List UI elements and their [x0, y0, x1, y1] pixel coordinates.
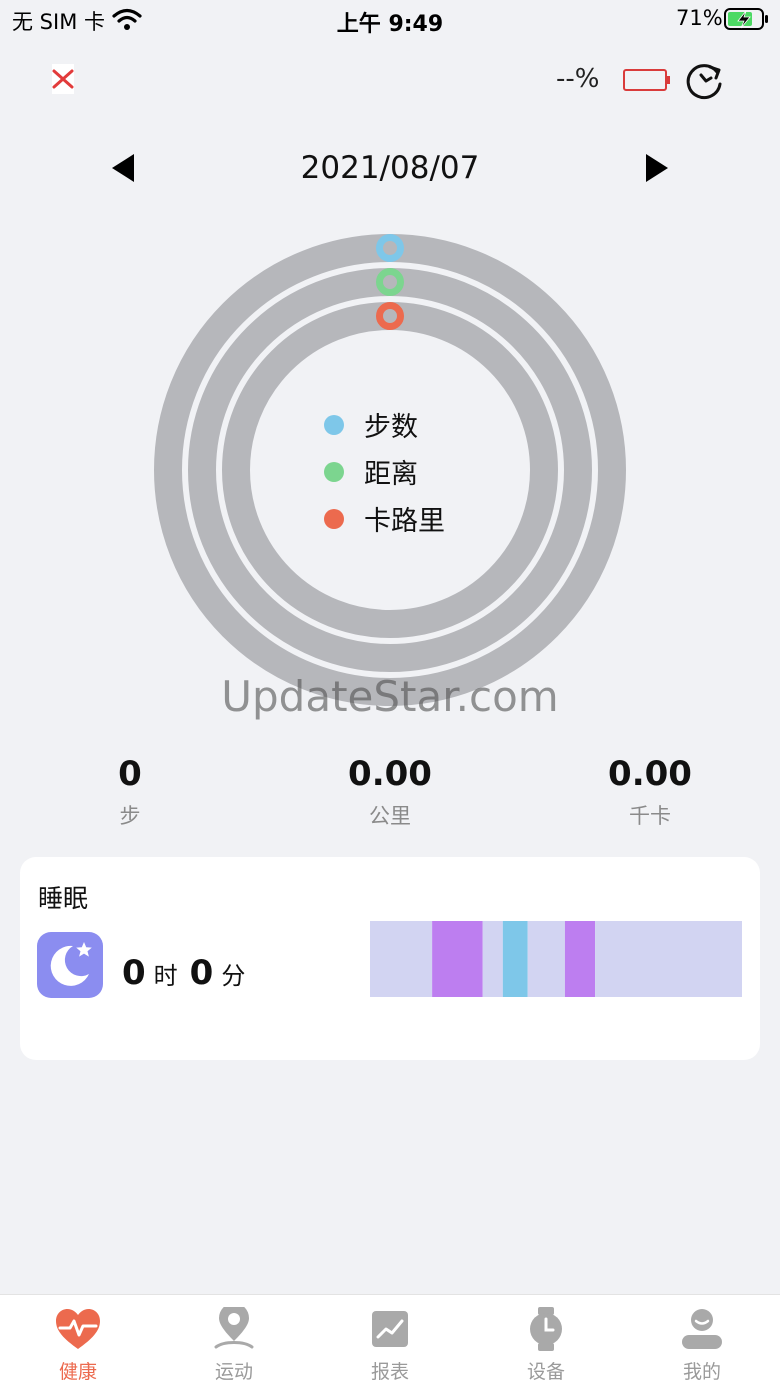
sleep-duration: 0 时 0 分 — [122, 953, 257, 993]
sleep-minutes-unit: 分 — [221, 962, 246, 990]
calories-unit: 千卡 — [629, 804, 671, 828]
steps-value: 0 — [118, 754, 142, 794]
sleep-stage-chart — [370, 921, 742, 997]
tab-health-label: 健康 — [58, 1361, 97, 1383]
tab-health[interactable]: 健康 — [0, 1295, 156, 1387]
calories-ring-marker — [376, 302, 404, 330]
clock: 上午 9:49 — [336, 12, 444, 37]
distance-value: 0.00 — [348, 754, 432, 794]
sleep-segment-awake — [370, 921, 433, 997]
sleep-segment-light — [502, 921, 528, 997]
close-icon[interactable] — [50, 64, 76, 94]
date-label: 2021/08/07 — [300, 150, 480, 186]
sleep-hours-unit: 时 — [153, 962, 178, 990]
legend-steps: 步数 — [324, 405, 418, 444]
watch-battery-icon — [623, 69, 670, 91]
watermark: UpdateStar.com — [221, 672, 559, 721]
tab-exercise[interactable]: 运动 — [156, 1295, 312, 1387]
tab-device[interactable]: 设备 — [468, 1295, 624, 1387]
distance-stat: 0.00 公里 — [260, 754, 520, 830]
sleep-segment-awake — [595, 921, 742, 997]
triangle-left-icon — [112, 154, 134, 182]
legend-calories-label: 卡路里 — [364, 506, 445, 537]
heart-pulse-icon — [56, 1309, 100, 1349]
legend-steps-dot — [324, 414, 344, 435]
tab-bar: 健康 运动 报表 设备 我的 — [0, 1294, 780, 1387]
sleep-minutes-value: 0 — [189, 953, 214, 993]
phone-battery-charging-icon — [724, 8, 768, 30]
phone-battery-percent: 71% — [676, 6, 723, 30]
steps-unit: 步 — [119, 804, 141, 828]
sleep-segment-deep — [432, 921, 483, 997]
legend-distance-label: 距离 — [364, 459, 418, 490]
user-profile-icon — [682, 1309, 722, 1349]
steps-ring-marker — [376, 234, 404, 262]
legend-steps-label: 步数 — [364, 412, 418, 443]
tab-report-label: 报表 — [370, 1361, 409, 1383]
steps-stat: 0 步 — [0, 754, 260, 830]
calories-value: 0.00 — [608, 754, 692, 794]
sleep-hours-value: 0 — [122, 953, 146, 993]
tab-mine[interactable]: 我的 — [624, 1295, 780, 1387]
tab-device-label: 设备 — [526, 1361, 565, 1383]
previous-day-button[interactable] — [110, 152, 136, 184]
legend-calories: 卡路里 — [324, 499, 445, 538]
sleep-card[interactable]: 睡眠 0 时 0 分 — [20, 857, 760, 1060]
chart-report-icon — [372, 1311, 408, 1347]
moon-star-icon — [37, 932, 103, 998]
legend-calories-dot — [324, 508, 344, 529]
sync-icon[interactable] — [684, 60, 726, 102]
next-day-button[interactable] — [644, 152, 670, 184]
distance-ring-marker — [376, 268, 404, 296]
calories-stat: 0.00 千卡 — [520, 754, 780, 830]
triangle-right-icon — [646, 154, 668, 182]
tab-mine-label: 我的 — [682, 1361, 721, 1383]
sleep-segment-awake — [482, 921, 503, 997]
location-pin-icon — [214, 1307, 254, 1349]
watch-icon — [530, 1307, 562, 1351]
sleep-segment-deep — [564, 921, 596, 997]
tab-report[interactable]: 报表 — [312, 1295, 468, 1387]
sleep-segment-awake — [527, 921, 565, 997]
distance-unit: 公里 — [369, 804, 411, 828]
sleep-title: 睡眠 — [38, 884, 89, 913]
tab-exercise-label: 运动 — [214, 1361, 253, 1383]
status-bar: 无 SIM 卡 上午 9:49 71% — [0, 0, 780, 44]
watch-battery-percent: --% — [556, 64, 600, 94]
legend-distance-dot — [324, 461, 344, 482]
legend-distance: 距离 — [324, 452, 418, 491]
